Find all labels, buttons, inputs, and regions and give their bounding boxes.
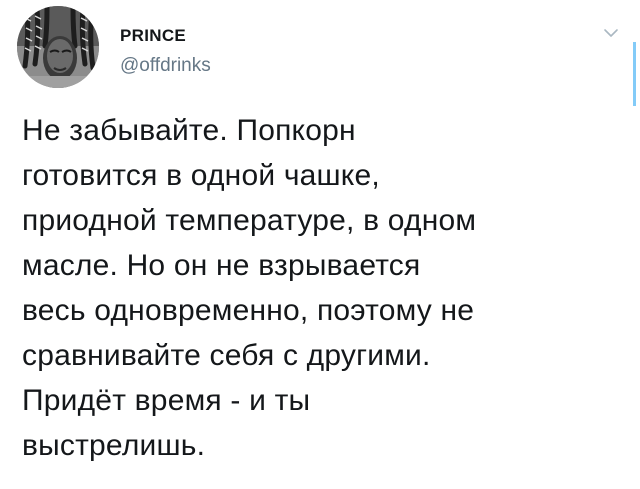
scrollbar-edge <box>633 42 636 106</box>
avatar-image <box>17 6 99 88</box>
tweet-text-line: сравнивайте себя с другими. <box>22 339 431 372</box>
user-info[interactable]: PRINCE @offdrinks <box>120 26 211 77</box>
tweet-text-line: приодной температуре, в одном <box>22 204 477 237</box>
tweet-text: Не забывайте. Попкорн готовится в одной … <box>22 108 626 468</box>
chevron-down-icon[interactable] <box>601 26 621 40</box>
user-handle[interactable]: @offdrinks <box>120 55 211 77</box>
tweet-text-line: весь одновременно, поэтому не <box>22 294 475 327</box>
tweet-text-line: готовится в одной чашке, <box>22 159 380 192</box>
tweet-text-line: масле. Но он не взрывается <box>22 249 421 282</box>
tweet-text-line: Придёт время - и ты <box>22 384 311 417</box>
tweet-text-line: выстрелишь. <box>22 429 206 462</box>
avatar[interactable] <box>17 6 99 88</box>
tweet-text-line: Не забывайте. Попкорн <box>22 114 356 147</box>
display-name[interactable]: PRINCE <box>120 26 211 46</box>
tweet-card: PRINCE @offdrinks Не забывайте. Попкорн … <box>0 0 640 489</box>
